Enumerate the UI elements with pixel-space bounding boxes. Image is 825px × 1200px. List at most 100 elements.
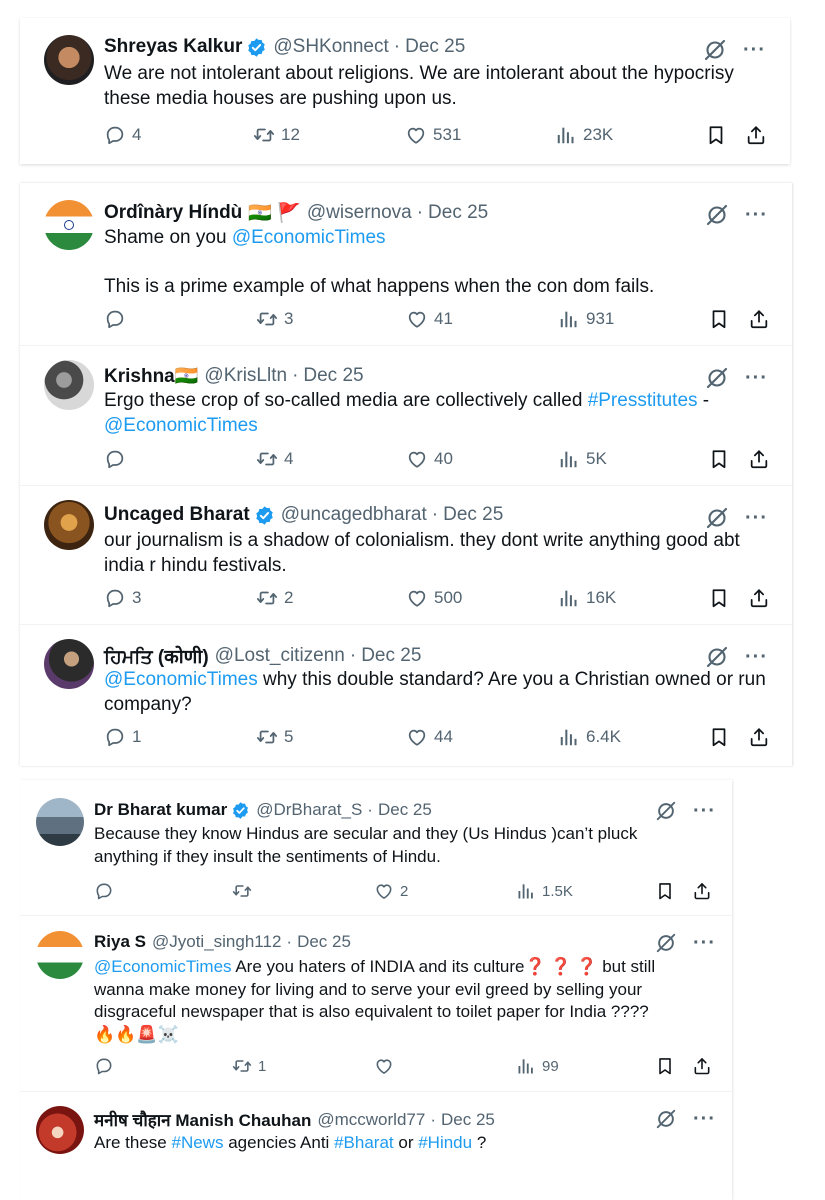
more-icon[interactable]: ··· bbox=[745, 368, 768, 388]
author-handle[interactable]: @Jyoti_singh112 bbox=[152, 932, 281, 952]
avatar[interactable] bbox=[44, 200, 94, 250]
avatar[interactable] bbox=[36, 931, 84, 979]
like-button[interactable]: 40 bbox=[406, 448, 453, 470]
tweet[interactable]: ਹਿਮਤਿ (कोणी) @Lost_citizenn · Dec 25 ···… bbox=[20, 625, 792, 766]
author-name[interactable]: Dr Bharat kumar bbox=[94, 800, 227, 820]
author-name[interactable]: Uncaged Bharat bbox=[104, 504, 250, 526]
more-icon[interactable]: ··· bbox=[745, 205, 768, 225]
reply-button[interactable] bbox=[94, 881, 120, 901]
author-name[interactable]: Shreyas Kalkur bbox=[104, 36, 242, 58]
avatar[interactable] bbox=[44, 500, 94, 550]
retweet-button[interactable] bbox=[232, 881, 258, 901]
grok-icon[interactable] bbox=[705, 203, 729, 227]
bookmark-button[interactable] bbox=[708, 726, 730, 748]
bookmark-button[interactable] bbox=[705, 124, 727, 146]
bookmark-button[interactable] bbox=[708, 308, 730, 330]
share-button[interactable] bbox=[748, 308, 770, 330]
author-handle[interactable]: @uncagedbharat bbox=[281, 504, 427, 526]
grok-icon[interactable] bbox=[655, 800, 677, 822]
tweet[interactable]: मनीष चौहान Manish Chauhan @mccworld77 · … bbox=[20, 1092, 732, 1200]
more-icon[interactable]: ··· bbox=[745, 508, 768, 528]
author-name[interactable]: मनीष चौहान Manish Chauhan bbox=[94, 1108, 311, 1131]
mention-link[interactable]: @EconomicTimes bbox=[104, 669, 258, 690]
share-button[interactable] bbox=[745, 124, 767, 146]
mention-link[interactable]: @EconomicTimes bbox=[104, 415, 258, 436]
author-handle[interactable]: @KrisLltn bbox=[204, 365, 287, 387]
like-button[interactable]: 500 bbox=[406, 587, 462, 609]
tweet-date[interactable]: Dec 25 bbox=[361, 645, 421, 667]
views-button[interactable]: 16K bbox=[558, 587, 616, 609]
share-button[interactable] bbox=[692, 881, 712, 901]
more-icon[interactable]: ··· bbox=[693, 1109, 716, 1129]
reply-button[interactable]: 3 bbox=[104, 587, 141, 609]
hashtag-link[interactable]: #News bbox=[172, 1133, 224, 1152]
tweet[interactable]: Riya S @Jyoti_singh112 · Dec 25 ··· @Eco… bbox=[20, 916, 732, 1092]
author-handle[interactable]: @mccworld77 bbox=[317, 1110, 425, 1130]
author-name[interactable]: ਹਿਮਤਿ (कोणी) bbox=[104, 643, 209, 669]
mention-link[interactable]: @EconomicTimes bbox=[232, 227, 386, 248]
share-button[interactable] bbox=[748, 448, 770, 470]
retweet-button[interactable]: 12 bbox=[253, 124, 300, 146]
views-button[interactable]: 6.4K bbox=[558, 726, 621, 748]
tweet-date[interactable]: Dec 25 bbox=[443, 504, 503, 526]
hashtag-link[interactable]: #Hindu bbox=[418, 1133, 472, 1152]
share-button[interactable] bbox=[748, 726, 770, 748]
views-button[interactable]: 931 bbox=[558, 308, 614, 330]
author-handle[interactable]: @SHKonnect bbox=[273, 36, 388, 58]
author-name[interactable]: Krishna🇮🇳 bbox=[104, 364, 198, 388]
bookmark-button[interactable] bbox=[708, 448, 730, 470]
reply-button[interactable] bbox=[104, 308, 132, 330]
bookmark-button[interactable] bbox=[655, 1056, 675, 1076]
more-icon[interactable]: ··· bbox=[693, 933, 716, 953]
tweet[interactable]: Ordînàry Híndù 🇮🇳 🚩 @wisernova · Dec 25 … bbox=[20, 183, 792, 346]
bookmark-button[interactable] bbox=[655, 881, 675, 901]
like-button[interactable]: 41 bbox=[406, 308, 453, 330]
views-button[interactable]: 5K bbox=[558, 448, 607, 470]
author-handle[interactable]: @wisernova bbox=[307, 202, 412, 224]
grok-icon[interactable] bbox=[703, 38, 727, 62]
avatar[interactable] bbox=[36, 798, 84, 846]
more-icon[interactable]: ··· bbox=[693, 801, 716, 821]
reply-button[interactable]: 4 bbox=[104, 124, 141, 146]
avatar[interactable] bbox=[44, 360, 94, 410]
tweet-date[interactable]: Dec 25 bbox=[428, 202, 488, 224]
reply-button[interactable] bbox=[104, 448, 132, 470]
like-button[interactable]: 531 bbox=[405, 124, 461, 146]
retweet-button[interactable]: 1 bbox=[232, 1056, 266, 1076]
views-button[interactable]: 1.5K bbox=[516, 881, 573, 901]
tweet[interactable]: Uncaged Bharat @uncagedbharat · Dec 25 ·… bbox=[20, 486, 792, 625]
tweet-date[interactable]: Dec 25 bbox=[405, 36, 465, 58]
tweet-date[interactable]: Dec 25 bbox=[297, 932, 351, 952]
share-button[interactable] bbox=[692, 1056, 712, 1076]
hashtag-link[interactable]: #Presstitutes bbox=[588, 390, 698, 411]
author-handle[interactable]: @Lost_citizenn bbox=[215, 645, 345, 667]
share-button[interactable] bbox=[748, 587, 770, 609]
like-button[interactable]: 44 bbox=[406, 726, 453, 748]
grok-icon[interactable] bbox=[655, 1108, 677, 1130]
avatar[interactable] bbox=[36, 1106, 84, 1154]
grok-icon[interactable] bbox=[705, 645, 729, 669]
more-icon[interactable]: ··· bbox=[745, 647, 768, 667]
reply-button[interactable]: 1 bbox=[104, 726, 141, 748]
views-button[interactable]: 23K bbox=[555, 124, 613, 146]
reply-button[interactable] bbox=[94, 1056, 120, 1076]
like-button[interactable]: 2 bbox=[374, 881, 408, 901]
grok-icon[interactable] bbox=[705, 506, 729, 530]
hashtag-link[interactable]: #Bharat bbox=[334, 1133, 394, 1152]
tweet-date[interactable]: Dec 25 bbox=[303, 365, 363, 387]
bookmark-button[interactable] bbox=[708, 587, 730, 609]
tweet[interactable]: Krishna🇮🇳 @KrisLltn · Dec 25 ··· Ergo th… bbox=[20, 346, 792, 486]
more-icon[interactable]: ··· bbox=[743, 40, 766, 60]
retweet-button[interactable]: 2 bbox=[256, 587, 293, 609]
tweet-date[interactable]: Dec 25 bbox=[441, 1110, 495, 1130]
retweet-button[interactable]: 5 bbox=[256, 726, 293, 748]
views-button[interactable]: 99 bbox=[516, 1056, 559, 1076]
like-button[interactable] bbox=[374, 1056, 400, 1076]
author-name[interactable]: Ordînàry Híndù bbox=[104, 202, 242, 224]
retweet-button[interactable]: 4 bbox=[256, 448, 293, 470]
author-name[interactable]: Riya S bbox=[94, 932, 146, 952]
tweet-date[interactable]: Dec 25 bbox=[378, 800, 432, 820]
grok-icon[interactable] bbox=[705, 366, 729, 390]
grok-icon[interactable] bbox=[655, 932, 677, 954]
author-handle[interactable]: @DrBharat_S bbox=[256, 800, 362, 820]
